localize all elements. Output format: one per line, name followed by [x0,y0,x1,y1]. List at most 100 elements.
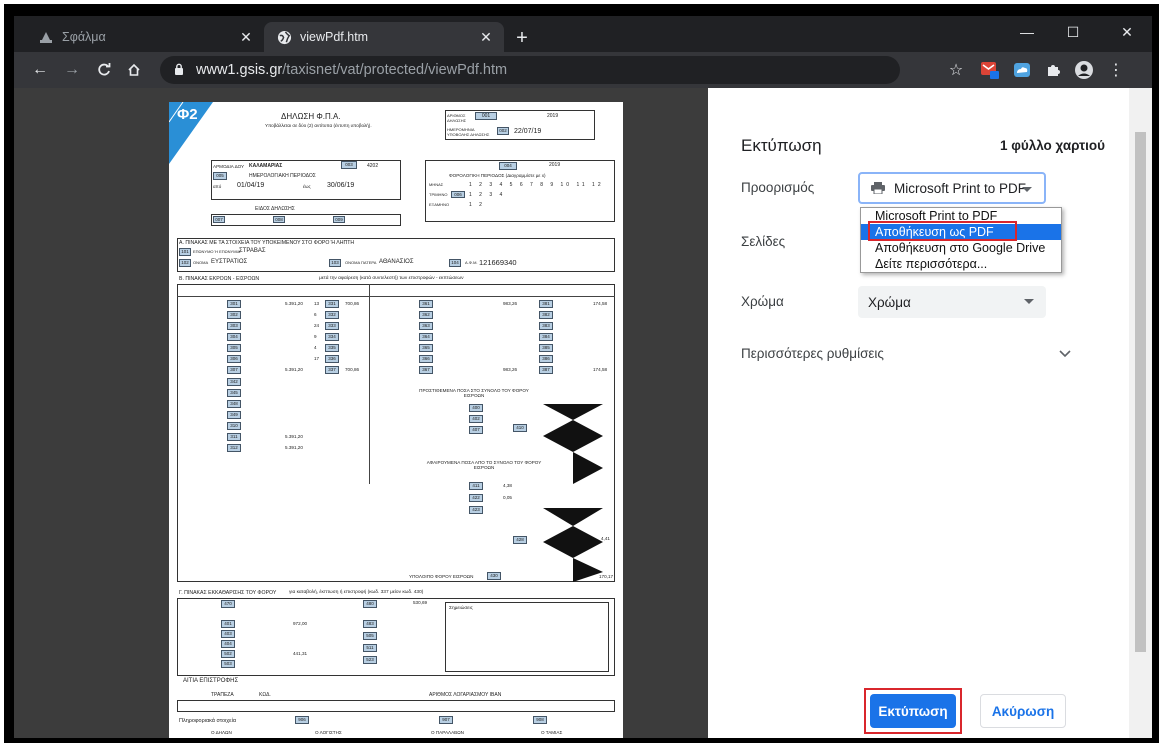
maximize-button[interactable]: ☐ [1050,16,1096,48]
scrollbar-thumb[interactable] [1135,132,1146,652]
reload-icon[interactable] [92,58,116,82]
output-code: 304 [227,333,241,341]
menu-kebab-icon[interactable]: ⋮ [1104,58,1128,82]
output-tax-code: 337 [325,366,339,374]
color-value: Χρώμα [868,294,911,310]
url-path: /taxisnet/vat/protected/viewPdf.htm [282,62,508,78]
address-bar[interactable]: www1.gsis.gr/taxisnet/vat/protected/view… [160,56,900,84]
other-code: 345 [227,389,241,397]
output-amount: 5.391,20 [285,367,303,372]
sub-total: 4,41 [601,536,610,541]
close-window-button[interactable]: ✕ [1104,16,1150,48]
g-code: 483 [363,620,377,628]
credit-code: 470 [221,600,235,608]
home-icon[interactable] [122,58,146,82]
url-text: www1.gsis.gr/taxisnet/vat/protected/view… [196,62,507,78]
input-tax-code: 387 [539,366,553,374]
output-code: 302 [227,311,241,319]
screenshot-border: Σφάλμα ✕ viewPdf.htm ✕ + — ☐ ✕ ← → www1.… [4,4,1159,743]
input-tax-code: 382 [539,311,553,319]
output-tax: 700,86 [345,301,360,306]
output-tax-code: 336 [325,355,339,363]
lock-icon[interactable] [174,63,188,78]
more-settings-toggle[interactable]: Περισσότερες ρυθμίσεις [741,346,1071,361]
info-code: 906 [295,716,309,724]
sub-title: ΑΦΑΙΡΟΥΜΕΝΑ ΠΟΣΑ ΑΠΟ ΤΟ ΣΥΝΟΛΟ ΤΟΥ ΦΟΡΟΥ… [426,460,542,470]
destination-value: Microsoft Print to PDF [894,180,1027,196]
section-b-note: μετά την αφαίρεση (κατά συντελεστή) των … [319,276,464,281]
output-code: 303 [227,322,241,330]
g-code: 505 [363,632,377,640]
destination-option[interactable]: Δείτε περισσότερα... [861,256,1061,272]
sign-label: Ο ΤΑΜΙΑΣ [541,730,563,735]
print-preview-area[interactable]: Φ2 ΔΗΛΩΣΗ Φ.Π.Α. Υποβάλλεται σε δύο (2) … [14,88,708,738]
scrollbar[interactable] [1129,88,1152,738]
info-code: 907 [439,716,453,724]
output-tax-code: 333 [325,322,339,330]
destination-select[interactable]: Microsoft Print to PDF [858,172,1046,204]
other-code: 311 [227,433,241,441]
forward-icon[interactable]: → [60,58,84,82]
input-tax-code: 385 [539,344,553,352]
tab-viewpdf[interactable]: viewPdf.htm ✕ [264,22,504,52]
add-total-code: 410 [513,424,527,432]
info-code: 908 [533,716,547,724]
g-value: 441,31 [293,651,308,656]
gmail-extension-icon[interactable] [978,58,1002,82]
output-rate: 17 [314,356,320,361]
url-host: www1.gsis.gr [196,62,283,78]
highlight-box-save-pdf [868,221,1017,241]
input-tax-code: 381 [539,300,553,308]
output-amount: 5.391,20 [285,301,303,306]
sign-label: Ο ΛΟΓΙΣΤΗΣ [315,730,342,735]
cloud-extension-icon[interactable] [1010,58,1034,82]
input-code: 365 [419,344,433,352]
period-to: 30/06/19 [327,182,355,189]
color-select[interactable]: Χρώμα [858,286,1046,318]
period-from: 01/04/19 [237,182,265,189]
g-code: 403 [221,630,235,638]
highlight-box-print [864,688,962,734]
destination-label: Προορισμός [741,180,815,195]
output-tax-code: 331 [325,300,339,308]
sub-total-code: 428 [513,536,527,544]
other-amount: 5.391,20 [285,434,303,439]
print-settings-panel: Εκτύπωση 1 φύλλο χαρτιού Προορισμός Micr… [708,88,1129,738]
profile-avatar-icon[interactable] [1072,58,1096,82]
cancel-button[interactable]: Ακύρωση [980,694,1066,728]
arrows-graphic [543,404,603,582]
minimize-button[interactable]: — [1004,16,1050,48]
bank-label: ΤΡΑΠΕΖΑ [211,692,234,698]
output-tax-code: 334 [325,333,339,341]
close-icon[interactable]: ✕ [476,27,496,47]
close-icon[interactable]: ✕ [236,27,256,47]
debit-value: 530,69 [413,600,428,605]
output-rate: 9 [314,334,317,339]
printer-icon [870,182,886,195]
add-code: 407 [469,426,483,434]
more-settings-label: Περισσότερες ρυθμίσεις [741,346,884,361]
output-code: 301 [227,300,241,308]
input-code: 366 [419,355,433,363]
section-a-title: Α. ΠΙΝΑΚΑΣ ΜΕ ΤΑ ΣΤΟΙΧΕΙΑ ΤΟΥ ΥΠΟΚΕΙΜΕΝΟ… [179,240,355,246]
decl-year: 2019 [547,113,559,119]
output-rate: 4 [314,345,317,350]
tab-error[interactable]: Σφάλμα ✕ [26,22,264,52]
other-code: 349 [227,411,241,419]
g-code: 503 [221,660,235,668]
add-code: 402 [469,415,483,423]
extensions-puzzle-icon[interactable] [1042,58,1066,82]
input-tax: 174,58 [593,301,608,306]
input-code: 367 [419,366,433,374]
bookmark-star-icon[interactable]: ☆ [944,58,968,82]
globe-icon [276,29,292,45]
destination-option[interactable]: Αποθήκευση στο Google Drive [861,240,1061,256]
surname: ΣΤΡΑΒΑΣ [239,248,266,254]
remaining-value: 170,17 [599,574,614,579]
chevron-down-icon [1024,299,1034,304]
other-code: 310 [227,422,241,430]
new-tab-button[interactable]: + [510,26,534,50]
back-icon[interactable]: ← [28,58,52,82]
g-code: 523 [363,656,377,664]
pages-label: Σελίδες [741,234,786,249]
